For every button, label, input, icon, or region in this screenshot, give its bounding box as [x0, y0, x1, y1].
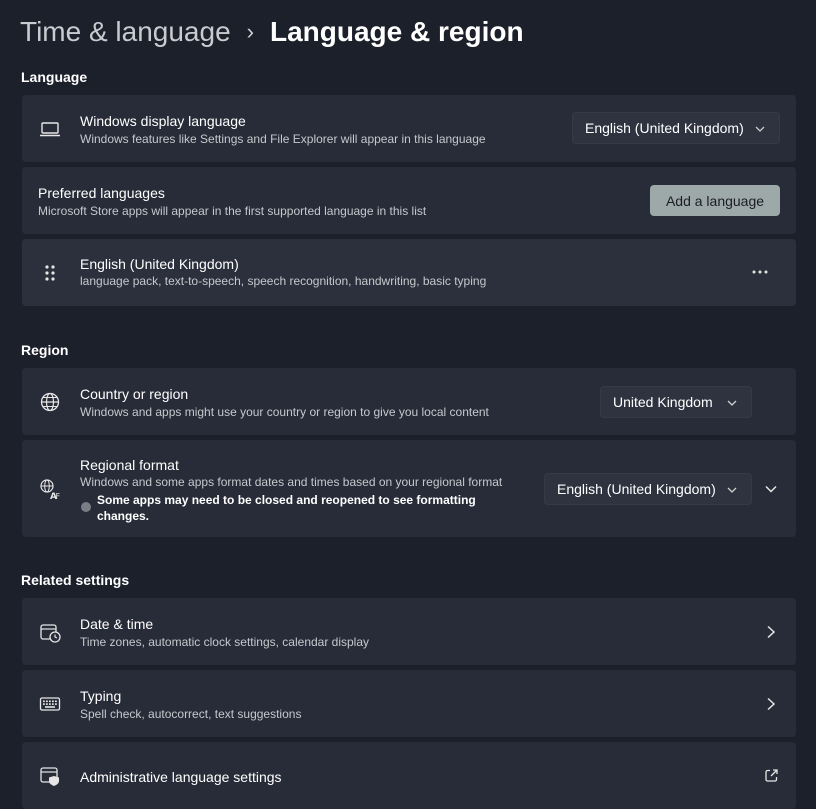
chevron-down-icon	[727, 487, 737, 493]
regional-format-subtitle: Windows and some apps format dates and t…	[80, 475, 503, 489]
display-language-subtitle: Windows features like Settings and File …	[80, 132, 486, 146]
chevron-right-icon	[767, 625, 776, 639]
country-region-value: United Kingdom	[613, 394, 713, 410]
breadcrumb-chevron-icon: ›	[246, 19, 254, 44]
regional-format-icon: AF	[39, 478, 61, 500]
calendar-clock-icon	[39, 621, 61, 643]
preferred-languages-card: Preferred languages Microsoft Store apps…	[22, 167, 796, 234]
display-language-title: Windows display language	[80, 113, 246, 129]
admin-language-settings-title: Administrative language settings	[80, 769, 282, 785]
section-title-language: Language	[21, 69, 88, 85]
chevron-right-icon	[767, 697, 776, 711]
regional-format-dropdown[interactable]: English (United Kingdom)	[544, 473, 752, 505]
regional-format-note-line2: changes.	[97, 509, 150, 523]
installed-language-title: English (United Kingdom)	[80, 256, 239, 272]
typing-subtitle: Spell check, autocorrect, text suggestio…	[80, 707, 302, 721]
display-language-value: English (United Kingdom)	[585, 120, 744, 136]
breadcrumb-parent[interactable]: Time & language	[20, 16, 231, 48]
installed-language-subtitle: language pack, text-to-speech, speech re…	[80, 274, 487, 288]
typing-title: Typing	[80, 688, 122, 704]
display-language-dropdown[interactable]: English (United Kingdom)	[572, 112, 780, 144]
external-link-icon	[765, 769, 778, 782]
country-region-card: Country or region Windows and apps might…	[22, 368, 796, 435]
country-region-subtitle: Windows and apps might use your country …	[80, 405, 489, 419]
regional-format-title: Regional format	[80, 457, 179, 473]
breadcrumb: Time & language › Language & region	[20, 12, 524, 52]
drag-handle-icon[interactable]	[39, 262, 61, 284]
preferred-languages-subtitle: Microsoft Store apps will appear in the …	[38, 204, 427, 218]
date-time-title: Date & time	[80, 616, 154, 632]
country-region-title: Country or region	[80, 386, 189, 402]
keyboard-icon	[39, 693, 61, 715]
svg-text:F: F	[56, 492, 61, 500]
more-options-icon[interactable]	[750, 262, 770, 282]
date-time-subtitle: Time zones, automatic clock settings, ca…	[80, 635, 370, 649]
regional-format-value: English (United Kingdom)	[557, 481, 716, 497]
info-icon	[81, 502, 91, 512]
page-title: Language & region	[269, 16, 524, 47]
date-time-link[interactable]: Date & time Time zones, automatic clock …	[22, 598, 796, 665]
regional-format-card[interactable]: AF Regional format Windows and some apps…	[22, 440, 796, 537]
admin-window-icon	[39, 765, 61, 787]
expand-chevron-icon[interactable]	[764, 482, 778, 496]
country-region-dropdown[interactable]: United Kingdom	[600, 386, 752, 418]
section-title-related: Related settings	[21, 572, 130, 588]
installed-language-item[interactable]: English (United Kingdom) language pack, …	[22, 239, 796, 306]
add-language-button[interactable]: Add a language	[650, 185, 780, 216]
regional-format-note-line1: Some apps may need to be closed and reop…	[97, 493, 476, 507]
globe-icon	[39, 391, 61, 413]
section-title-region: Region	[21, 342, 69, 358]
laptop-icon	[39, 118, 61, 140]
typing-link[interactable]: Typing Spell check, autocorrect, text su…	[22, 670, 796, 737]
preferred-languages-title: Preferred languages	[38, 185, 165, 201]
chevron-down-icon	[727, 400, 737, 406]
display-language-card: Windows display language Windows feature…	[22, 95, 796, 162]
chevron-down-icon	[755, 126, 765, 132]
